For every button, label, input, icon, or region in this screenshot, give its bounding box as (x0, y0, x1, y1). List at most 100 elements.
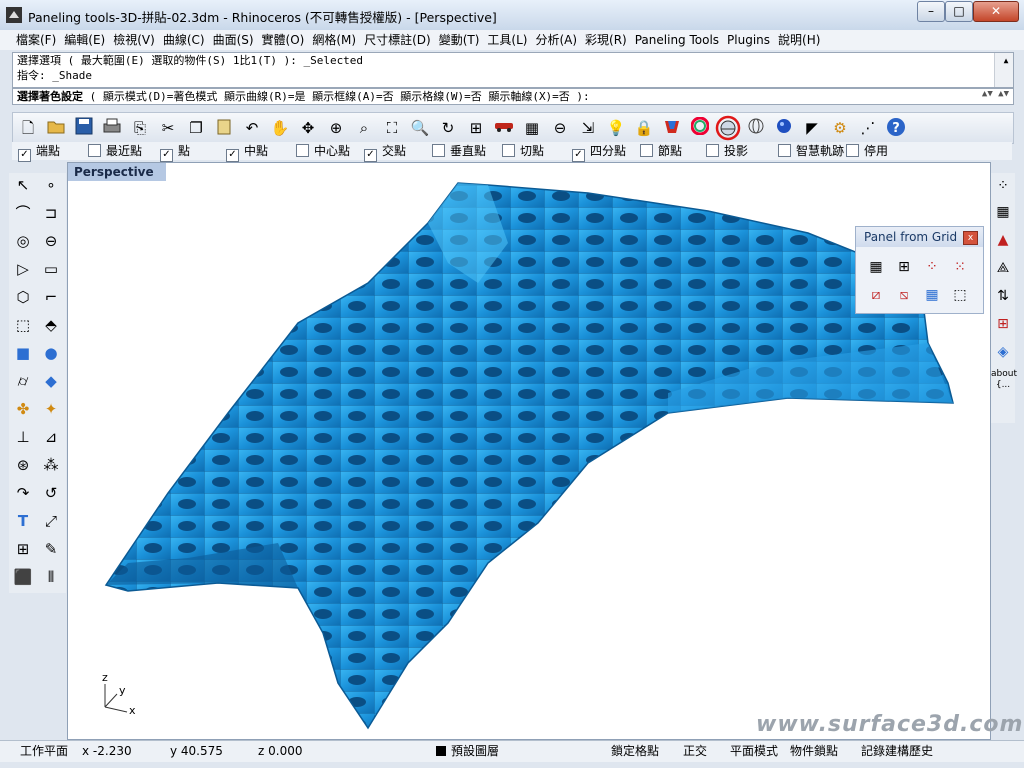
checkbox-unchecked-icon[interactable] (778, 144, 791, 157)
checkbox-checked-icon[interactable]: ✓ (364, 149, 377, 162)
copy-icon[interactable]: ❐ (185, 117, 207, 139)
menu-item[interactable]: 分析(A) (531, 30, 581, 50)
about-button[interactable]: about {... (991, 369, 1017, 391)
status-osnap-toggle[interactable]: 物件鎖點 (790, 744, 838, 759)
paste-icon[interactable] (213, 117, 235, 139)
status-planar-toggle[interactable]: 平面模式 (730, 744, 778, 759)
osnap-option[interactable]: 最近點 (88, 144, 142, 158)
sphere-icon[interactable]: ● (39, 341, 63, 365)
solid-edit-icon[interactable]: ⬛ (11, 565, 35, 589)
light-icon[interactable]: 💡 (605, 117, 627, 139)
command-prompt[interactable]: 選擇著色設定 ( 顯示模式(D)=著色模式 顯示曲線(R)=是 顯示框線(A)=… (12, 88, 1014, 105)
text-icon[interactable]: T (11, 509, 35, 533)
menu-item[interactable]: 尺寸標註(D) (360, 30, 435, 50)
surface-icon[interactable]: ⬚ (11, 313, 35, 337)
align-icon[interactable]: ⊿ (39, 425, 63, 449)
four-viewports-icon[interactable]: ⊞ (465, 117, 487, 139)
panel-bake-icon[interactable]: ⬚ (948, 283, 972, 307)
status-history-toggle[interactable]: 記錄建構歷史 (861, 744, 933, 759)
import-icon[interactable]: ⎘ (129, 117, 151, 139)
osnap-option[interactable]: 節點 (640, 144, 682, 158)
perspective-viewport[interactable]: Perspective (67, 162, 991, 740)
checkbox-checked-icon[interactable]: ✓ (226, 149, 239, 162)
print-icon[interactable] (101, 117, 123, 139)
ellipse-icon[interactable]: ⊖ (39, 229, 63, 253)
osnap-option[interactable]: ✓ 點 (160, 144, 190, 162)
fillet-curve-icon[interactable]: ⌐ (39, 285, 63, 309)
split-icon[interactable]: ✦ (39, 397, 63, 421)
grid-array-icon[interactable]: ⇅ (991, 285, 1015, 307)
panel-grid-2d-icon[interactable]: ▦ (864, 255, 888, 279)
extrude-surface-icon[interactable]: ⬘ (39, 313, 63, 337)
menu-item[interactable]: 工具(L) (483, 30, 531, 50)
osnap-option[interactable]: 智慧軌跡 (778, 144, 844, 158)
zoom-icon[interactable]: ⊕ (325, 117, 347, 139)
minimize-button[interactable]: – (917, 1, 945, 22)
paneled-surface-model[interactable] (68, 163, 990, 739)
menu-item[interactable]: 實體(O) (258, 30, 309, 50)
checkbox-unchecked-icon[interactable] (88, 144, 101, 157)
panel-grid-3d-icon[interactable]: ⊞ (892, 255, 916, 279)
arc-icon[interactable]: ▷ (11, 257, 35, 281)
osnap-option[interactable]: ✓ 中點 (226, 144, 268, 162)
render-sphere-icon[interactable] (773, 117, 795, 139)
osnap-option[interactable]: 垂直點 (432, 144, 486, 158)
zoom-selected-icon[interactable]: 🔍 (409, 117, 431, 139)
menu-item[interactable]: Plugins (723, 30, 774, 50)
panel-mesh-icon[interactable]: ▦ (920, 283, 944, 307)
cut-icon[interactable]: ✂ (157, 117, 179, 139)
panel-points-3d-icon[interactable]: ⁙ (948, 255, 972, 279)
checkbox-checked-icon[interactable]: ✓ (572, 149, 585, 162)
viewport-title-perspective[interactable]: Perspective (68, 163, 166, 181)
panel-tile-icon[interactable]: ⊞ (991, 313, 1015, 335)
menu-item[interactable]: 編輯(E) (60, 30, 109, 50)
menu-item[interactable]: 檢視(V) (109, 30, 159, 50)
circle-icon[interactable]: ◎ (11, 229, 35, 253)
offset-icon[interactable]: ↺ (39, 481, 63, 505)
polyline-icon[interactable]: ⌒ (11, 201, 35, 225)
morph-icon[interactable]: ◈ (991, 341, 1015, 363)
shaded-sphere-icon[interactable] (715, 115, 741, 141)
checkbox-unchecked-icon[interactable] (296, 144, 309, 157)
cylinder-icon[interactable]: ⌭ (11, 369, 35, 393)
box-icon[interactable]: ■ (11, 341, 35, 365)
new-icon[interactable]: 🗋 (17, 117, 39, 139)
polygon-icon[interactable]: ⬡ (11, 285, 35, 309)
status-ortho-toggle[interactable]: 正交 (683, 744, 707, 759)
close-button[interactable]: ✕ (973, 1, 1019, 22)
menu-item[interactable]: 網格(M) (308, 30, 360, 50)
command-history-scrollbar[interactable]: ▲▼ (994, 53, 1013, 95)
menu-item[interactable]: 曲面(S) (209, 30, 258, 50)
open-icon[interactable] (45, 117, 67, 139)
osnap-option[interactable]: ✓ 端點 (18, 144, 60, 162)
surface-grid-icon[interactable]: ⟁ (991, 257, 1015, 279)
blend-curve-icon[interactable]: ↷ (11, 481, 35, 505)
rotate-icon[interactable]: ↻ (437, 117, 459, 139)
osnap-option[interactable]: 投影 (706, 144, 748, 158)
status-cplane[interactable]: 工作平面 (20, 744, 68, 759)
color-wheel-icon[interactable] (689, 116, 711, 139)
checkbox-unchecked-icon[interactable] (640, 144, 653, 157)
menu-item[interactable]: 說明(H) (774, 30, 824, 50)
curve-icon[interactable]: ⊐ (39, 201, 63, 225)
edit-icon[interactable]: ✎ (39, 537, 63, 561)
wireframe-sphere-icon[interactable] (745, 117, 767, 139)
checkbox-checked-icon[interactable]: ✓ (160, 149, 173, 162)
shade-icon[interactable] (661, 117, 683, 139)
zoom-extents-icon[interactable]: ⛶ (381, 117, 403, 139)
menu-item[interactable]: 變動(T) (435, 30, 484, 50)
osnap-option[interactable]: 中心點 (296, 144, 350, 158)
scale-icon[interactable]: ⤢ (39, 509, 63, 533)
maximize-button[interactable]: □ (945, 1, 973, 22)
menu-item[interactable]: Paneling Tools (631, 30, 723, 50)
osnap-option[interactable]: 切點 (502, 144, 544, 158)
point-icon[interactable]: ∘ (39, 173, 63, 197)
panel-points-icon[interactable]: ⁘ (920, 255, 944, 279)
options-gear-icon[interactable]: ⚙ (829, 117, 851, 139)
checkbox-checked-icon[interactable]: ✓ (18, 149, 31, 162)
osnap-option[interactable]: ✓ 四分點 (572, 144, 626, 162)
rotate-view-icon[interactable]: ✥ (297, 117, 319, 139)
transform-icon[interactable]: ⇲ (577, 117, 599, 139)
checkbox-unchecked-icon[interactable] (432, 144, 445, 157)
grid-points-icon[interactable]: ⁘ (991, 175, 1015, 197)
